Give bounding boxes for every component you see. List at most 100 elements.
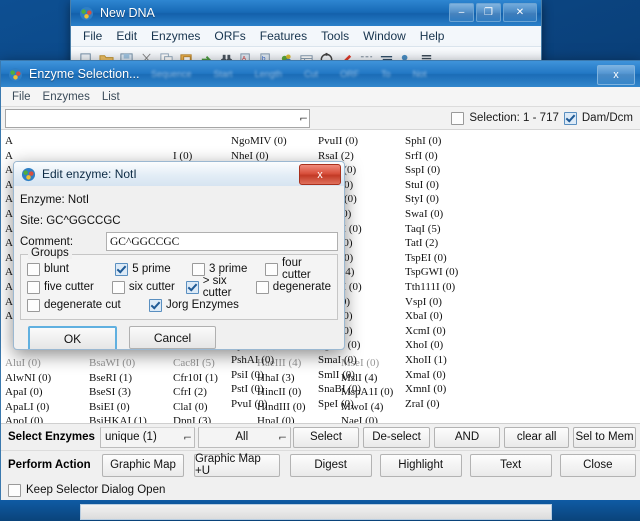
six-cutter-checkbox[interactable] bbox=[111, 280, 125, 294]
jorg-enzymes-checkbox[interactable] bbox=[149, 298, 162, 312]
enzyme-list-item[interactable]: NgoMIV (0) bbox=[231, 134, 318, 149]
enzyme-list-item[interactable]: MspA1I (0) bbox=[341, 385, 425, 400]
keep-selector-open-checkbox[interactable] bbox=[8, 483, 21, 497]
enzyme-list-item[interactable]: CfrI (2) bbox=[173, 385, 257, 400]
enzyme-selection-close-button[interactable]: x bbox=[597, 65, 635, 85]
group-blunt[interactable]: blunt bbox=[27, 262, 115, 276]
enzyme-list-item[interactable]: ApaI (0) bbox=[5, 385, 89, 400]
enzyme-list-item[interactable]: Cfr10I (1) bbox=[173, 371, 257, 386]
digest-button[interactable]: Digest bbox=[289, 453, 372, 477]
menu-item-file[interactable]: File bbox=[7, 90, 38, 104]
comment-input[interactable]: GC^GGCCGC bbox=[106, 232, 338, 251]
enzyme-list-item[interactable]: ApaLI (0) bbox=[5, 400, 89, 415]
highlight-button[interactable]: Highlight bbox=[379, 453, 462, 477]
menu-item-edit[interactable]: Edit bbox=[110, 27, 143, 45]
menu-item-enzymes[interactable]: Enzymes bbox=[38, 90, 97, 104]
enzyme-list-item[interactable]: BsiHKAI (1) bbox=[89, 414, 173, 423]
enzyme-list-item[interactable]: ClaI (0) bbox=[173, 400, 257, 415]
enzyme-set-combo[interactable]: ⌐ bbox=[5, 108, 310, 128]
sel-to-mem-button[interactable]: Sel to Mem bbox=[573, 426, 637, 448]
five-prime-checkbox[interactable] bbox=[115, 262, 129, 276]
three-prime-checkbox[interactable] bbox=[192, 262, 206, 276]
enzyme-list-item[interactable]: AlwNI (0) bbox=[5, 371, 89, 386]
enzyme-list-item[interactable]: SrfI (0) bbox=[405, 149, 492, 164]
keep-selector-open-row[interactable]: Keep Selector Dialog Open bbox=[1, 479, 640, 501]
enzyme-list-item[interactable]: NaeI (0) bbox=[341, 414, 425, 423]
group-six-cutter[interactable]: six cutter bbox=[111, 280, 186, 294]
group-degenerate-cut[interactable]: degenerate cut bbox=[27, 298, 149, 312]
edit-enzyme-titlebar[interactable]: Edit enzyme: NotI x bbox=[14, 162, 344, 186]
group-four-cutter[interactable]: four cutter bbox=[264, 257, 331, 281]
enzyme-list-item[interactable]: XbaI (0) bbox=[405, 309, 492, 324]
enzyme-list-item[interactable]: PvuII (0) bbox=[318, 134, 405, 149]
enzyme-list-item[interactable]: MslI (4) bbox=[341, 371, 425, 386]
enzyme-list-item[interactable]: BsiEI (0) bbox=[89, 400, 173, 415]
enzyme-list-item[interactable]: Cac8I (5) bbox=[173, 356, 257, 371]
unique-combo[interactable]: unique (1) ⌐ bbox=[100, 426, 196, 448]
select-button[interactable]: Select bbox=[292, 426, 360, 448]
menu-item-file[interactable]: File bbox=[77, 27, 108, 45]
group-gt-six-cutter[interactable]: > six cutter bbox=[185, 275, 256, 299]
clear-all-button[interactable]: clear all bbox=[504, 426, 570, 448]
enzyme-list-item[interactable]: ApoI (0) bbox=[5, 414, 89, 423]
close-button[interactable]: Close bbox=[559, 453, 637, 477]
menu-item-list[interactable]: List bbox=[97, 90, 127, 104]
five-cutter-checkbox[interactable] bbox=[27, 280, 40, 294]
enzyme-list-item[interactable]: SphI (0) bbox=[405, 134, 492, 149]
enzyme-list-item[interactable]: XhoI (0) bbox=[405, 338, 492, 353]
enzyme-list-item[interactable]: SspI (0) bbox=[405, 163, 492, 178]
and-button[interactable]: AND bbox=[433, 426, 501, 448]
enzyme-list-item[interactable]: BseRI (1) bbox=[89, 371, 173, 386]
menu-item-window[interactable]: Window bbox=[357, 27, 412, 45]
enzyme-list-item[interactable]: HincII (0) bbox=[257, 385, 341, 400]
enzyme-list-item[interactable]: AluI (0) bbox=[5, 356, 89, 371]
enzyme-list-item[interactable]: TspGWI (0) bbox=[405, 265, 492, 280]
enzyme-list-item[interactable]: TspEI (0) bbox=[405, 251, 492, 266]
menu-item-orfs[interactable]: ORFs bbox=[208, 27, 251, 45]
four-cutter-checkbox[interactable] bbox=[264, 262, 278, 276]
new-dna-titlebar[interactable]: New DNA – ❐ ✕ bbox=[71, 0, 541, 26]
menu-item-tools[interactable]: Tools bbox=[315, 27, 355, 45]
text-button[interactable]: Text bbox=[469, 453, 552, 477]
selection-checkbox[interactable] bbox=[451, 111, 465, 125]
enzyme-list-item[interactable]: HaeIII (4) bbox=[257, 356, 341, 371]
cancel-button[interactable]: Cancel bbox=[129, 326, 216, 349]
enzyme-list-item[interactable]: HindIII (0) bbox=[257, 400, 341, 415]
enzyme-list-item[interactable]: StuI (0) bbox=[405, 178, 492, 193]
graphic-map-button[interactable]: Graphic Map bbox=[102, 453, 184, 477]
dam-dcm-checkbox[interactable] bbox=[563, 111, 577, 125]
de-select-button[interactable]: De-select bbox=[363, 426, 430, 448]
group-five-cutter[interactable]: five cutter bbox=[27, 280, 112, 294]
enzyme-list-item[interactable]: A bbox=[5, 134, 61, 149]
edit-enzyme-close-button[interactable]: x bbox=[299, 164, 341, 185]
enzyme-list-item[interactable]: StyI (0) bbox=[405, 192, 492, 207]
maximize-button[interactable]: ❐ bbox=[476, 3, 501, 22]
menu-item-features[interactable]: Features bbox=[254, 27, 313, 45]
close-button[interactable]: ✕ bbox=[503, 3, 537, 22]
enzyme-list-item[interactable]: BsaWI (0) bbox=[89, 356, 173, 371]
enzyme-list-item[interactable]: HhaI (3) bbox=[257, 371, 341, 386]
enzyme-list-item[interactable]: BseSI (3) bbox=[89, 385, 173, 400]
group-5-prime[interactable]: 5 prime bbox=[115, 262, 192, 276]
enzyme-list-item[interactable]: DpnI (3) bbox=[173, 414, 257, 423]
group-degenerate[interactable]: degenerate bbox=[255, 280, 331, 294]
menu-item-help[interactable]: Help bbox=[414, 27, 451, 45]
menu-item-enzymes[interactable]: Enzymes bbox=[145, 27, 206, 45]
graphic-map-plus-u-button[interactable]: Graphic Map +U bbox=[193, 453, 280, 477]
enzyme-list-item[interactable]: MseI (0) bbox=[341, 356, 425, 371]
group-3-prime[interactable]: 3 prime bbox=[192, 262, 265, 276]
enzyme-list-item[interactable]: Tth111I (0) bbox=[405, 280, 492, 295]
enzyme-selection-titlebar[interactable]: Enzyme Selection... Sequence Start Lengt… bbox=[1, 61, 640, 87]
group-jorg-enzymes[interactable]: Jorg Enzymes bbox=[149, 298, 239, 312]
ok-button[interactable]: OK bbox=[28, 326, 117, 349]
enzyme-list-item[interactable]: TatI (2) bbox=[405, 236, 492, 251]
gt-six-cutter-checkbox[interactable] bbox=[185, 280, 199, 294]
enzyme-list-item[interactable]: MwoI (4) bbox=[341, 400, 425, 415]
enzyme-list-item[interactable]: TaqI (5) bbox=[405, 222, 492, 237]
blunt-checkbox[interactable] bbox=[27, 262, 40, 276]
all-combo[interactable]: All ⌐ bbox=[198, 426, 291, 448]
enzyme-list-item[interactable]: HpaI (0) bbox=[257, 414, 341, 423]
enzyme-list-item[interactable]: XcmI (0) bbox=[405, 324, 492, 339]
degenerate-cut-checkbox[interactable] bbox=[27, 298, 40, 312]
degenerate-checkbox[interactable] bbox=[255, 280, 269, 294]
